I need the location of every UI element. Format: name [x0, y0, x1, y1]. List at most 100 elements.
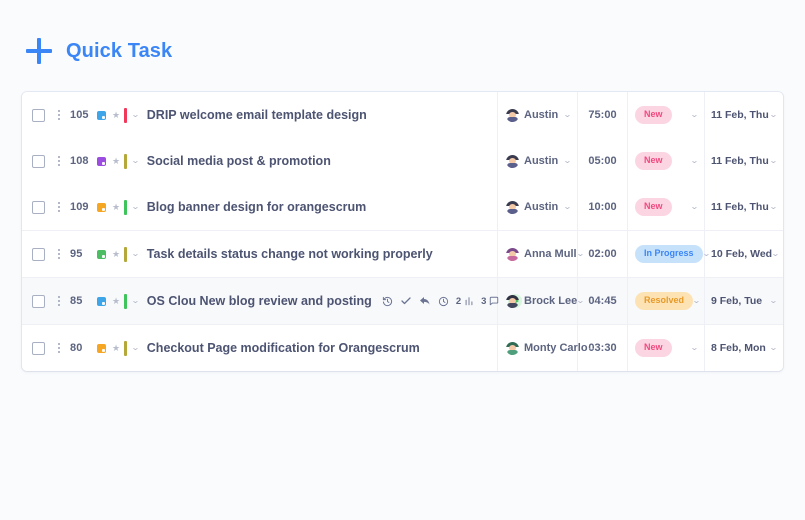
date-cell: 11 Feb, Thu⌄: [705, 138, 783, 184]
star-icon[interactable]: ★: [112, 111, 120, 120]
chevron-down-icon[interactable]: ⌄: [769, 203, 778, 211]
priority-bar: [124, 247, 127, 262]
star-icon[interactable]: ★: [112, 203, 120, 212]
assignee-cell: Austin⌄: [498, 138, 578, 184]
due-date: 11 Feb, Thu: [711, 109, 769, 121]
row-checkbox[interactable]: [32, 201, 45, 214]
chevron-down-icon[interactable]: ⌄: [769, 344, 778, 352]
chevron-down-icon[interactable]: ⌄: [131, 250, 140, 258]
table-row[interactable]: 109★⌄Blog banner design for orangescrumA…: [22, 184, 783, 230]
chevron-down-icon[interactable]: ⌄: [131, 297, 140, 305]
status-badge[interactable]: New: [635, 339, 672, 356]
task-id: 80: [70, 342, 91, 354]
task-id: 105: [70, 109, 91, 121]
table-row[interactable]: 80 ★ ⌄ Checkout Page modification for Orang…: [22, 325, 783, 371]
quick-task-add-button[interactable]: Quick Task: [26, 38, 172, 64]
chevron-down-icon[interactable]: ⌄: [769, 157, 778, 165]
time-estimate: 02:00: [588, 248, 616, 260]
star-icon[interactable]: ★: [112, 157, 120, 166]
time-estimate: 05:00: [588, 155, 616, 167]
attachment-count-icon[interactable]: 2: [456, 296, 474, 307]
status-cell: Resolved⌄: [628, 278, 705, 324]
task-title[interactable]: Task details status change not working p…: [147, 247, 433, 261]
chevron-down-icon[interactable]: ⌄: [131, 344, 140, 352]
status-badge[interactable]: New: [635, 106, 672, 123]
chevron-down-icon[interactable]: ⌄: [575, 250, 584, 258]
task-title[interactable]: Blog banner design for orangescrum: [147, 200, 366, 214]
reply-arrow-icon[interactable]: [419, 295, 431, 307]
due-date: 10 Feb, Wed: [711, 248, 772, 260]
chevron-down-icon[interactable]: ⌄: [563, 203, 572, 211]
due-date: 11 Feb, Thu: [711, 155, 769, 167]
action-count: 3: [481, 296, 486, 307]
time-cell: 75:00: [578, 92, 628, 138]
task-id: 109: [70, 201, 91, 213]
row-checkbox[interactable]: [32, 248, 45, 261]
chevron-down-icon[interactable]: ⌄: [131, 111, 140, 119]
task-type-icon: [97, 203, 106, 212]
star-icon[interactable]: ★: [112, 344, 120, 353]
status-badge[interactable]: New: [635, 152, 672, 169]
row-menu-button[interactable]: [54, 296, 64, 306]
task-cell: 85★⌄OS Clou New blog review and posting2…: [22, 278, 498, 324]
chevron-down-icon[interactable]: ⌄: [769, 111, 778, 119]
table-row[interactable]: 95★⌄Task details status change not worki…: [22, 231, 783, 277]
task-cell: 108 ★ ⌄ Social media post & promotion: [22, 138, 498, 184]
chevron-down-icon[interactable]: ⌄: [690, 157, 699, 165]
task-type-icon: [97, 297, 106, 306]
chevron-down-icon[interactable]: ⌄: [690, 344, 699, 352]
row-menu-button[interactable]: [54, 249, 64, 259]
table-row[interactable]: 105★⌄DRIP welcome email template designA…: [22, 92, 783, 138]
table-row[interactable]: 85★⌄OS Clou New blog review and posting2…: [22, 278, 783, 324]
row-menu-button[interactable]: [54, 202, 64, 212]
task-id: 108: [70, 155, 91, 167]
assignee-name: Anna Mull: [524, 248, 577, 260]
avatar: [506, 201, 519, 214]
table-row[interactable]: 108 ★ ⌄ Social media post & promotion Austin…: [22, 138, 783, 184]
status-badge[interactable]: Resolved: [635, 292, 693, 309]
chevron-down-icon[interactable]: ⌄: [563, 111, 572, 119]
chevron-down-icon[interactable]: ⌄: [771, 250, 780, 258]
row-checkbox[interactable]: [32, 155, 45, 168]
row-menu-button[interactable]: [54, 343, 64, 353]
date-cell: 8 Feb, Mon⌄: [705, 325, 783, 371]
avatar: [506, 155, 519, 168]
task-title[interactable]: Checkout Page modification for Orangescr…: [147, 341, 420, 355]
priority-group: ⌄: [124, 341, 139, 356]
chevron-down-icon[interactable]: ⌄: [131, 203, 140, 211]
chevron-down-icon[interactable]: ⌄: [690, 203, 699, 211]
chevron-down-icon[interactable]: ⌄: [576, 297, 585, 305]
comment-count-icon[interactable]: 3: [481, 296, 499, 307]
time-estimate: 04:45: [588, 295, 616, 307]
due-date: 11 Feb, Thu: [711, 201, 769, 213]
history-icon[interactable]: [382, 296, 393, 307]
row-menu-button[interactable]: [54, 156, 64, 166]
task-title[interactable]: Social media post & promotion: [147, 154, 331, 168]
task-title[interactable]: DRIP welcome email template design: [147, 108, 367, 122]
task-group: 85★⌄OS Clou New blog review and posting2…: [22, 277, 783, 324]
clock-icon[interactable]: [438, 296, 449, 307]
row-checkbox[interactable]: [32, 342, 45, 355]
assignee-cell: Monty Carlo⌄: [498, 325, 578, 371]
row-menu-button[interactable]: [54, 110, 64, 120]
row-checkbox[interactable]: [32, 295, 45, 308]
chevron-down-icon[interactable]: ⌄: [690, 111, 699, 119]
chevron-down-icon[interactable]: ⌄: [769, 297, 778, 305]
due-date: 9 Feb, Tue: [711, 295, 762, 307]
status-badge[interactable]: In Progress: [635, 245, 703, 262]
task-cell: 105 ★ ⌄ DRIP welcome email template design: [22, 92, 498, 138]
attachment-count-icon: [464, 296, 474, 306]
assignee-name: Monty Carlo: [524, 342, 588, 354]
chevron-down-icon[interactable]: ⌄: [563, 157, 572, 165]
star-icon[interactable]: ★: [112, 250, 120, 259]
chevron-down-icon[interactable]: ⌄: [692, 297, 701, 305]
chevron-down-icon[interactable]: ⌄: [586, 344, 595, 352]
row-checkbox[interactable]: [32, 109, 45, 122]
priority-bar: [124, 200, 127, 215]
star-icon[interactable]: ★: [112, 297, 120, 306]
task-title[interactable]: OS Clou New blog review and posting: [147, 294, 372, 308]
assignee-cell: Anna Mull⌄: [498, 231, 578, 277]
chevron-down-icon[interactable]: ⌄: [131, 157, 140, 165]
check-icon[interactable]: [400, 295, 412, 307]
status-badge[interactable]: New: [635, 198, 672, 215]
